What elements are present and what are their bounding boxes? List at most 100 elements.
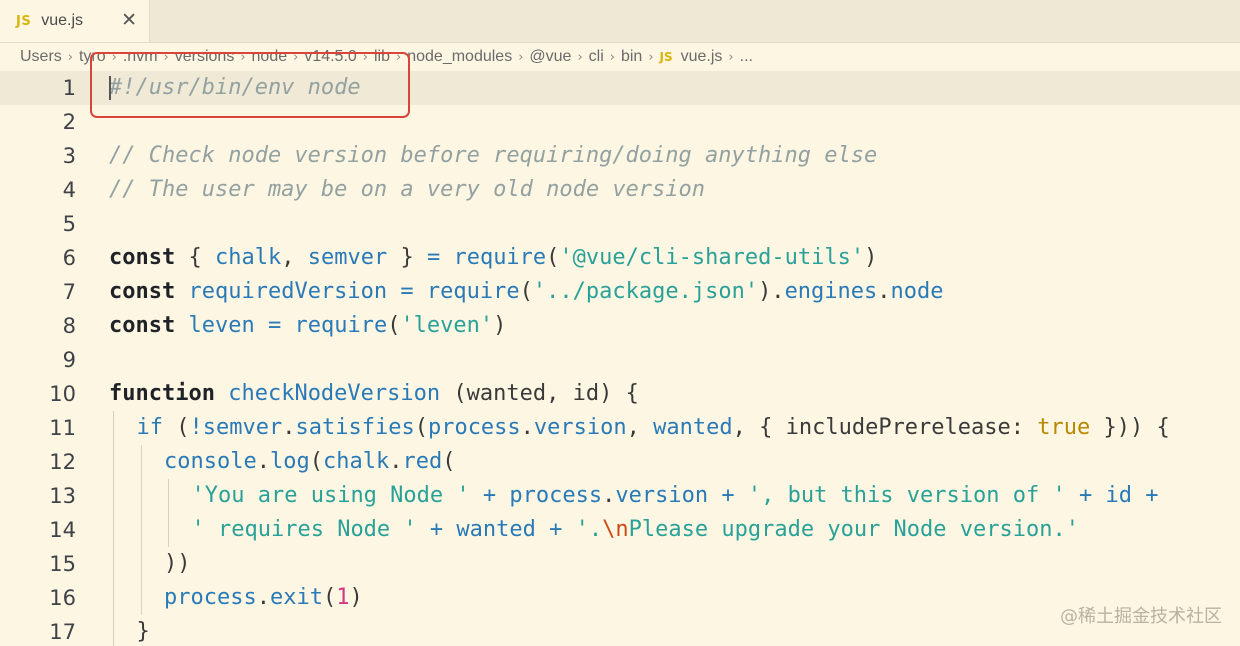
code-token: = [400,279,414,304]
code-token: // The user may be on a very old node ve… [109,177,706,202]
line-number: 4 [62,178,76,202]
breadcrumb-separator: › [111,49,117,65]
code-token: if [136,415,164,440]
code-text: console.log(chalk.red( [164,445,455,479]
code-line[interactable]: 11 if (!semver.satisfies(process.version,… [0,411,1240,445]
indent-guide [140,445,142,615]
breadcrumb-item[interactable]: v14.5.0 [304,48,356,66]
breadcrumb-separator: › [577,49,583,65]
code-text: ' requires Node ' + wanted + '.\nPlease … [192,513,1080,547]
code-token: . [256,449,270,474]
code-token: 'leven' [400,313,494,338]
code-token: ( [546,245,560,270]
code-line[interactable]: 2 [0,105,1240,139]
code-token: ', but this version of ' [747,483,1066,508]
code-token: ( [414,415,428,440]
code-token: function [109,381,215,406]
code-token: 1 [336,585,350,610]
breadcrumb-separator: › [518,49,524,65]
code-token: . [389,449,403,474]
breadcrumb-item[interactable]: @vue [529,48,571,66]
code-token: } [136,619,150,644]
code-text: const { chalk, semver } = require('@vue/… [109,241,877,275]
code-token: '@vue/cli-shared-utils' [559,245,865,270]
breadcrumb-separator: › [396,49,402,65]
code-token: ) [864,245,878,270]
breadcrumb-item[interactable]: versions [175,48,235,66]
tab-vue-js[interactable]: JS vue.js ✕ [0,0,150,42]
code-token: require [426,279,520,304]
code-token: ( [387,313,401,338]
code-token: engines [784,279,878,304]
code-token: , [626,415,654,440]
code-token: + [482,483,497,508]
code-line[interactable]: 7 const requiredVersion = require('../pac… [0,275,1240,309]
breadcrumb-item[interactable]: node_modules [407,48,512,66]
code-line[interactable]: 3 // Check node version before requiring/… [0,139,1240,173]
breadcrumb-separator: › [163,49,169,65]
code-line[interactable]: 5 [0,207,1240,241]
code-text: if (!semver.satisfies(process.version, w… [137,411,1170,445]
watermark: @稀土掘金技术社区 [1060,606,1222,627]
code-token: process [164,585,257,610]
code-line[interactable]: 8 const leven = require('leven') [0,309,1240,343]
breadcrumb-more[interactable]: ... [740,48,753,66]
breadcrumb-item[interactable]: cli [589,48,604,66]
code-line[interactable]: 4 // The user may be on a very old node v… [0,173,1240,207]
line-number: 15 [49,552,76,576]
code-token: (wanted, id) { [440,381,639,406]
breadcrumb-item[interactable]: lib [374,48,390,66]
code-token: , [281,245,308,270]
breadcrumb-file[interactable]: vue.js [681,48,723,66]
code-token: const [109,245,176,270]
javascript-file-icon: JS [16,13,32,29]
breadcrumb-separator: › [362,49,368,65]
code-editor[interactable]: 1 #!/usr/bin/env node 2 3 // Check node vers… [0,71,1240,646]
code-line[interactable]: 17} [0,615,1240,646]
code-token: + [721,483,735,508]
code-token: + [1145,483,1159,508]
code-line[interactable]: 15)) [0,547,1240,581]
code-line[interactable]: 14 ' requires Node ' + wanted + '.\nPleas… [0,513,1240,547]
code-token: ) [493,313,507,338]
code-line[interactable]: 13 'You are using Node ' + process.versio… [0,479,1240,513]
code-line[interactable]: 10 function checkNodeVersion (wanted, id)… [0,377,1240,411]
code-line[interactable]: 1 #!/usr/bin/env node [0,71,1240,105]
line-number: 14 [49,518,76,542]
code-token: wanted [653,415,733,440]
code-text: } [137,615,150,646]
code-line[interactable]: 12 console.log(chalk.red( [0,445,1240,479]
code-line[interactable]: 16 process.exit(1) [0,581,1240,615]
code-token: node [890,279,944,304]
breadcrumb-item[interactable]: Users [20,48,62,66]
breadcrumb-item[interactable]: .nvm [123,48,158,66]
code-token: true [1037,415,1091,440]
code-token: . [256,585,270,610]
code-token: // Check node version before requiring/d… [109,143,878,168]
code-token: . [282,415,296,440]
breadcrumb-item[interactable]: node [252,48,288,66]
indent-guide [168,479,169,547]
breadcrumb-item[interactable]: bin [621,48,642,66]
close-icon[interactable]: ✕ [121,9,137,31]
code-token: 'You are using Node ' [191,483,470,508]
breadcrumb-item[interactable]: tyro [79,48,106,66]
code-line[interactable]: 6 const { chalk, semver } = require('@vue… [0,241,1240,275]
code-line[interactable]: 9 [0,343,1240,377]
code-token: leven [188,313,255,338]
code-text: process.exit(1) [164,581,363,615]
code-token: '. [575,517,603,542]
code-token: = [267,313,282,338]
code-token: exit [269,585,323,610]
code-token: + [549,517,563,542]
line-number: 7 [62,280,76,304]
breadcrumb-separator: › [293,49,299,65]
code-token: ). [758,279,785,304]
